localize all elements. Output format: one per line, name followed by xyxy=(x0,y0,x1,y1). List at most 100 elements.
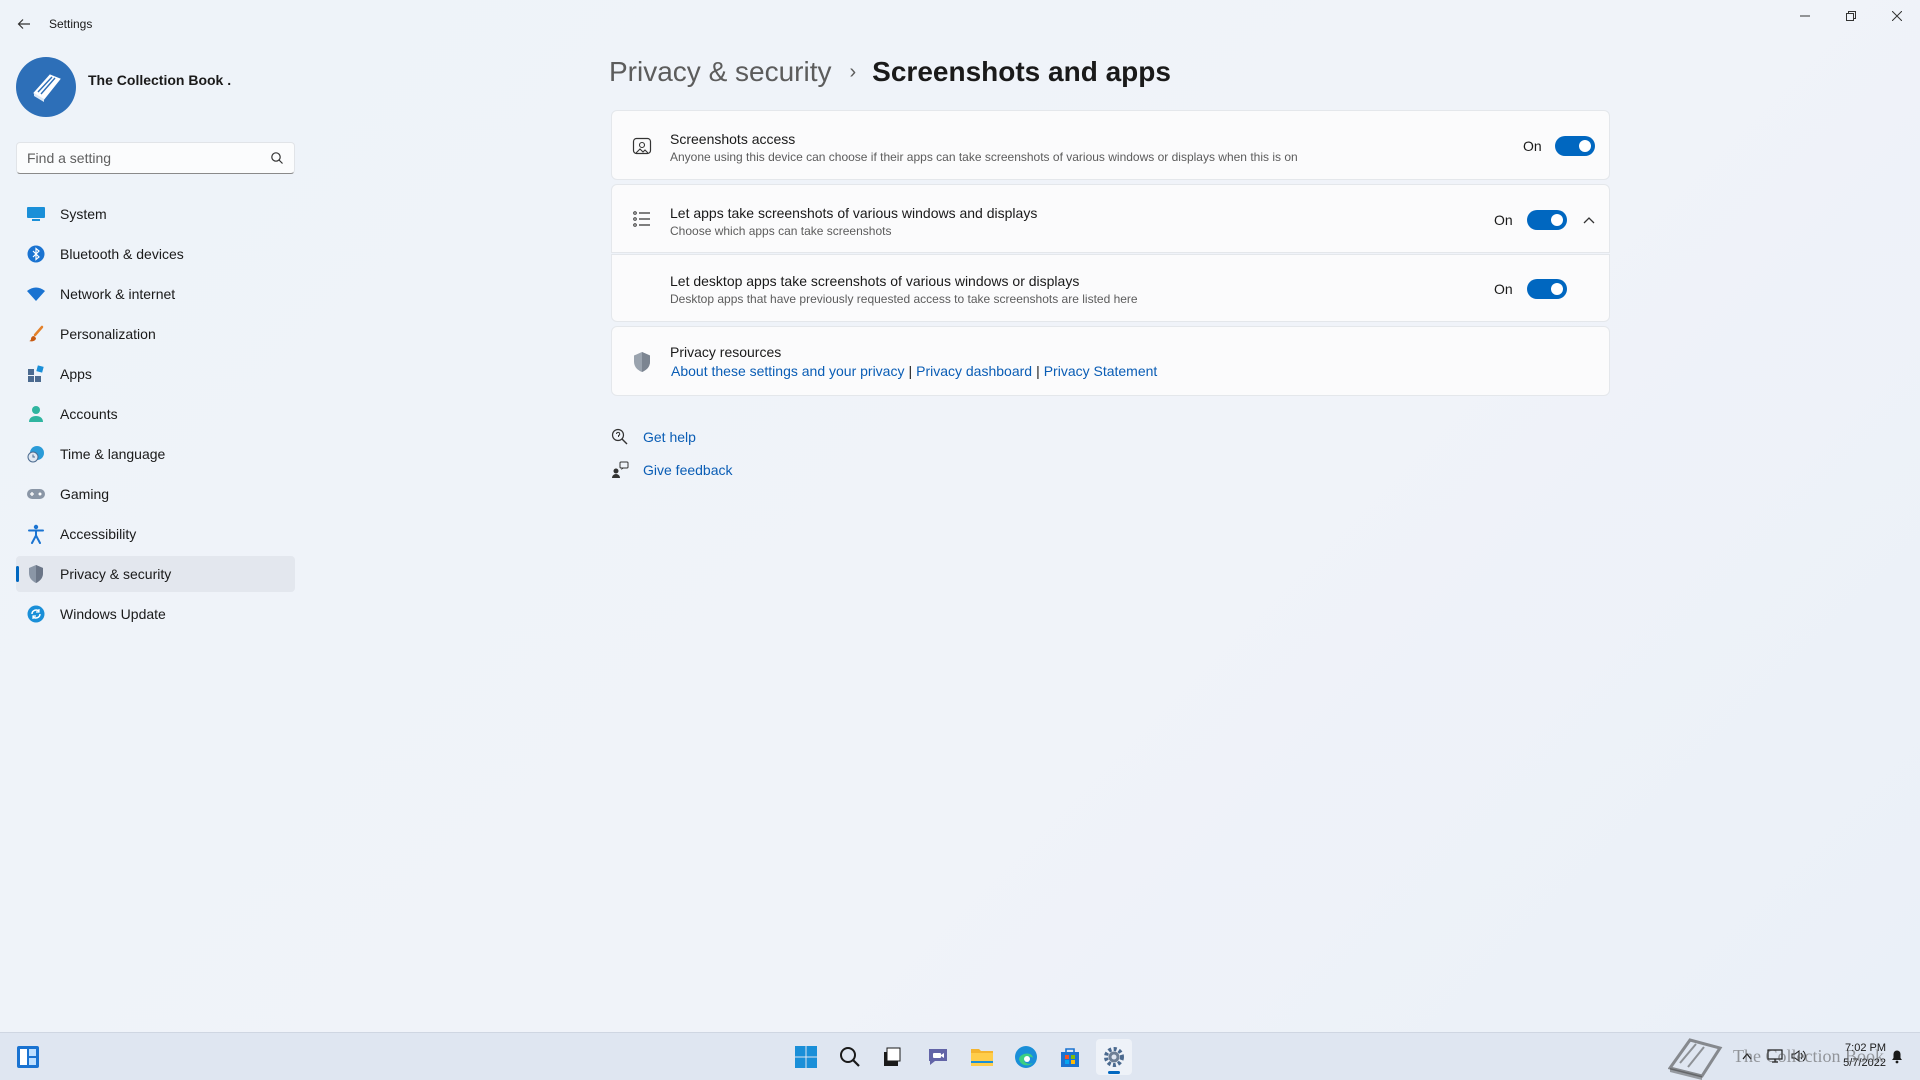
toggle-state-label: On xyxy=(1494,281,1513,297)
widgets-button[interactable] xyxy=(16,1045,40,1069)
sidebar-item-label: Privacy & security xyxy=(60,566,172,582)
title-bar: Settings xyxy=(0,0,1920,48)
let-apps-screenshots-toggle[interactable] xyxy=(1527,210,1567,230)
give-feedback-row[interactable]: Give feedback xyxy=(611,461,733,479)
sidebar-item-label: Bluetooth & devices xyxy=(60,246,184,262)
get-help-row[interactable]: Get help xyxy=(611,428,696,446)
store-icon xyxy=(1061,1048,1079,1067)
close-button[interactable] xyxy=(1877,4,1917,28)
watermark-text: The Collection Book xyxy=(1733,1046,1884,1066)
sidebar-item-label: Gaming xyxy=(60,486,110,502)
close-icon xyxy=(1892,11,1902,21)
teams-chat-button[interactable] xyxy=(920,1039,956,1075)
sidebar-item-label: Accounts xyxy=(60,406,118,422)
screenshots-access-description: Anyone using this device can choose if t… xyxy=(670,150,1298,164)
get-help-icon xyxy=(611,428,629,446)
sidebar-item-apps[interactable]: Apps xyxy=(16,356,295,392)
back-arrow-icon xyxy=(17,19,30,29)
breadcrumb-separator: › xyxy=(849,60,857,83)
store-button[interactable] xyxy=(1052,1039,1088,1075)
minimize-button[interactable] xyxy=(1785,4,1825,28)
widgets-icon xyxy=(17,1046,39,1068)
breadcrumb: Privacy & security › Screenshots and app… xyxy=(609,56,1171,88)
privacy-resources-title: Privacy resources xyxy=(670,344,782,360)
sidebar-item-personalization[interactable]: Personalization xyxy=(16,316,295,352)
about-privacy-link[interactable]: About these settings and your privacy xyxy=(671,363,904,379)
settings-icon xyxy=(1104,1047,1124,1067)
privacy-dashboard-link[interactable]: Privacy dashboard xyxy=(916,363,1032,379)
back-button[interactable] xyxy=(12,12,36,36)
teams-chat-icon xyxy=(929,1049,947,1065)
get-help-link[interactable]: Get help xyxy=(643,429,696,445)
sidebar-item-label: Network & internet xyxy=(60,286,176,302)
sidebar-item-system[interactable]: System xyxy=(16,196,295,232)
list-icon xyxy=(630,207,654,231)
accessibility-icon xyxy=(26,524,46,544)
profile-name: The Collection Book . xyxy=(88,72,232,88)
settings-taskbar-button[interactable] xyxy=(1096,1039,1132,1075)
restore-button[interactable] xyxy=(1831,4,1871,28)
search-icon xyxy=(840,1047,860,1067)
file-explorer-button[interactable] xyxy=(964,1039,1000,1075)
sidebar-item-label: Windows Update xyxy=(60,606,166,622)
notification-icon[interactable] xyxy=(1888,1047,1906,1065)
page-title: Screenshots and apps xyxy=(872,56,1171,87)
sidebar-item-label: Apps xyxy=(60,366,92,382)
taskbar-search-button[interactable] xyxy=(832,1039,868,1075)
gamepad-icon xyxy=(26,484,46,504)
sidebar-item-time-language[interactable]: Time & language xyxy=(16,436,295,472)
globe-clock-icon xyxy=(26,444,46,464)
screenshots-access-title: Screenshots access xyxy=(670,131,796,147)
desktop-apps-screenshots-toggle[interactable] xyxy=(1527,279,1567,299)
desktop-apps-screenshots-description: Desktop apps that have previously reques… xyxy=(670,292,1138,306)
minimize-icon xyxy=(1800,15,1810,17)
update-icon xyxy=(26,604,46,624)
bluetooth-icon xyxy=(26,244,46,264)
book-logo-icon xyxy=(33,74,61,102)
settings-window: Settings The Collection Book . System xyxy=(0,0,1920,1032)
avatar[interactable] xyxy=(16,57,76,117)
sidebar-item-privacy-security[interactable]: Privacy & security xyxy=(16,556,295,592)
let-apps-screenshots-title: Let apps take screenshots of various win… xyxy=(670,205,1038,221)
let-apps-screenshots-description: Choose which apps can take screenshots xyxy=(670,224,892,238)
restore-icon xyxy=(1846,11,1856,21)
brush-icon xyxy=(26,324,46,344)
let-apps-screenshots-card[interactable]: Let apps take screenshots of various win… xyxy=(611,184,1610,253)
sidebar-item-bluetooth[interactable]: Bluetooth & devices xyxy=(16,236,295,272)
edge-button[interactable] xyxy=(1008,1039,1044,1075)
app-title: Settings xyxy=(49,17,93,31)
wifi-icon xyxy=(26,284,46,304)
sidebar-item-label: System xyxy=(60,206,107,222)
file-explorer-icon xyxy=(971,1049,993,1066)
sidebar-item-windows-update[interactable]: Windows Update xyxy=(16,596,295,632)
link-separator: | xyxy=(1036,363,1040,379)
start-icon xyxy=(795,1046,817,1068)
sidebar-nav: System Bluetooth & devices Network & int… xyxy=(16,196,295,636)
task-view-icon xyxy=(884,1047,901,1066)
screenshots-access-card: Screenshots access Anyone using this dev… xyxy=(611,110,1610,180)
breadcrumb-parent-link[interactable]: Privacy & security xyxy=(609,56,832,88)
search-input[interactable] xyxy=(27,143,267,173)
edge-icon xyxy=(1015,1046,1037,1068)
screenshots-access-toggle[interactable] xyxy=(1555,136,1595,156)
desktop-apps-screenshots-card: Let desktop apps take screenshots of var… xyxy=(611,254,1610,322)
privacy-statement-link[interactable]: Privacy Statement xyxy=(1044,363,1158,379)
shield-icon xyxy=(26,564,46,584)
toggle-state-label: On xyxy=(1494,212,1513,228)
sidebar-item-network[interactable]: Network & internet xyxy=(16,276,295,312)
sidebar-item-accessibility[interactable]: Accessibility xyxy=(16,516,295,552)
person-icon xyxy=(26,404,46,424)
sidebar-item-label: Personalization xyxy=(60,326,156,342)
sidebar-item-accounts[interactable]: Accounts xyxy=(16,396,295,432)
start-button[interactable] xyxy=(788,1039,824,1075)
task-view-button[interactable] xyxy=(874,1039,910,1075)
apps-icon xyxy=(26,364,46,384)
sidebar-item-gaming[interactable]: Gaming xyxy=(16,476,295,512)
sidebar-item-label: Time & language xyxy=(60,446,166,462)
toggle-state-label: On xyxy=(1523,138,1542,154)
search-box[interactable] xyxy=(16,142,295,174)
shield-icon xyxy=(630,350,654,374)
search-icon[interactable] xyxy=(270,151,284,165)
give-feedback-link[interactable]: Give feedback xyxy=(643,462,733,478)
chevron-up-icon[interactable] xyxy=(1581,212,1597,228)
